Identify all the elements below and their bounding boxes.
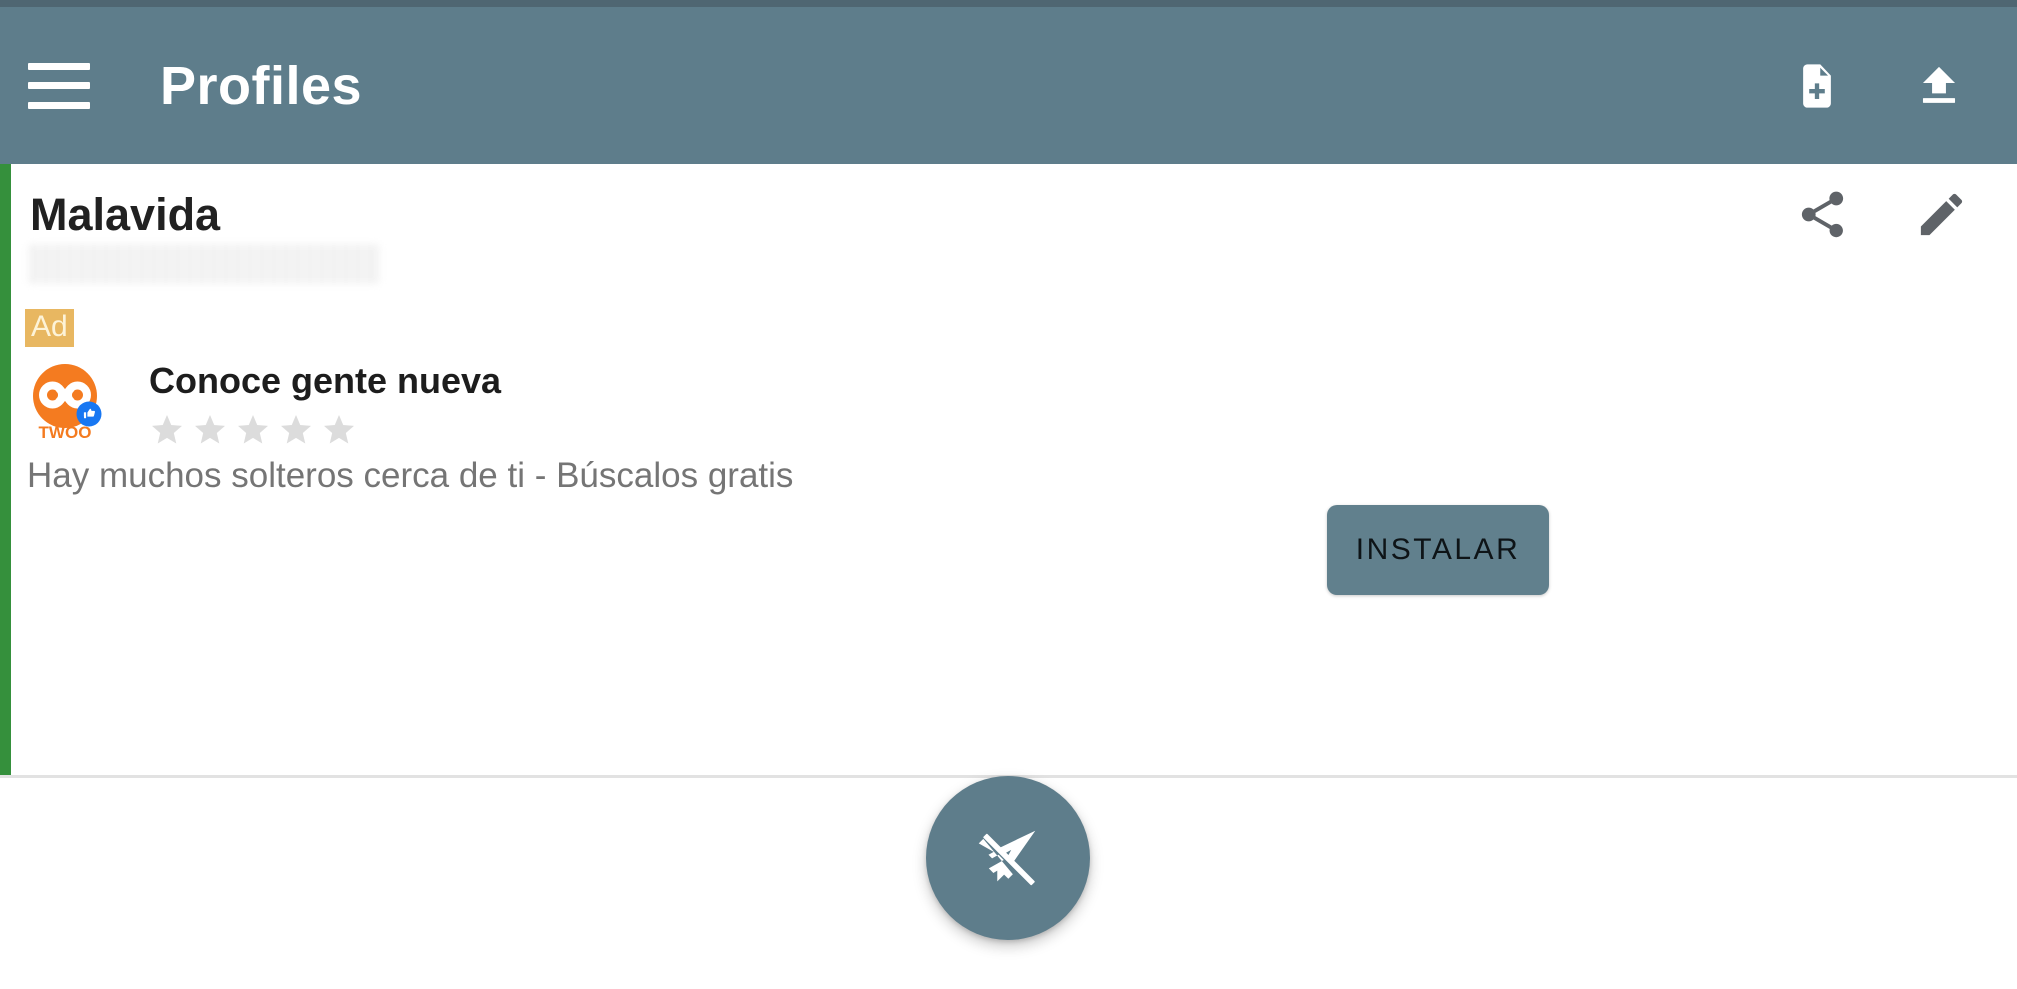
status-bar [0,0,2017,7]
hamburger-menu-icon[interactable] [28,62,90,109]
svg-text:TWOO: TWOO [39,423,92,442]
edit-icon[interactable] [1914,187,1969,242]
send-off-icon [978,830,1036,886]
ad-badge: Ad [25,309,74,347]
ad-description: Hay muchos solteros cerca de ti - Búscal… [27,456,794,495]
send-off-fab[interactable] [926,776,1090,940]
card-actions [1795,187,1969,242]
star-icon [281,414,311,444]
upload-icon[interactable] [1913,58,1965,114]
hamburger-line-1 [28,62,90,70]
ad-content[interactable]: TWOO Conoce gente nueva [25,358,501,448]
card-title: Malavida [30,188,221,240]
profile-card: Malavida Ad TWOO Conoce gente nueva Hay … [0,164,2017,778]
share-icon[interactable] [1795,187,1850,242]
star-icon [324,414,354,444]
redacted-subtitle [28,244,380,284]
hamburger-line-3 [28,101,90,109]
star-icon [152,414,182,444]
app-bar-actions [1791,58,1965,114]
install-button[interactable]: INSTALAR [1327,505,1549,595]
hamburger-line-2 [28,82,90,89]
app-screen: Profiles Malavida Ad TWOO Conoce gente n… [0,0,2017,989]
rating-stars [149,412,501,448]
page-title: Profiles [160,55,363,116]
star-icon [238,414,268,444]
app-bar: Profiles [0,7,2017,164]
ad-text-block: Conoce gente nueva [149,358,501,448]
new-file-icon[interactable] [1791,58,1843,114]
star-icon [195,414,225,444]
thumbs-up-badge [76,401,102,427]
twoo-app-icon: TWOO [25,362,105,442]
twoo-app-icon-graphic: TWOO [33,364,102,442]
ad-title: Conoce gente nueva [149,360,502,401]
